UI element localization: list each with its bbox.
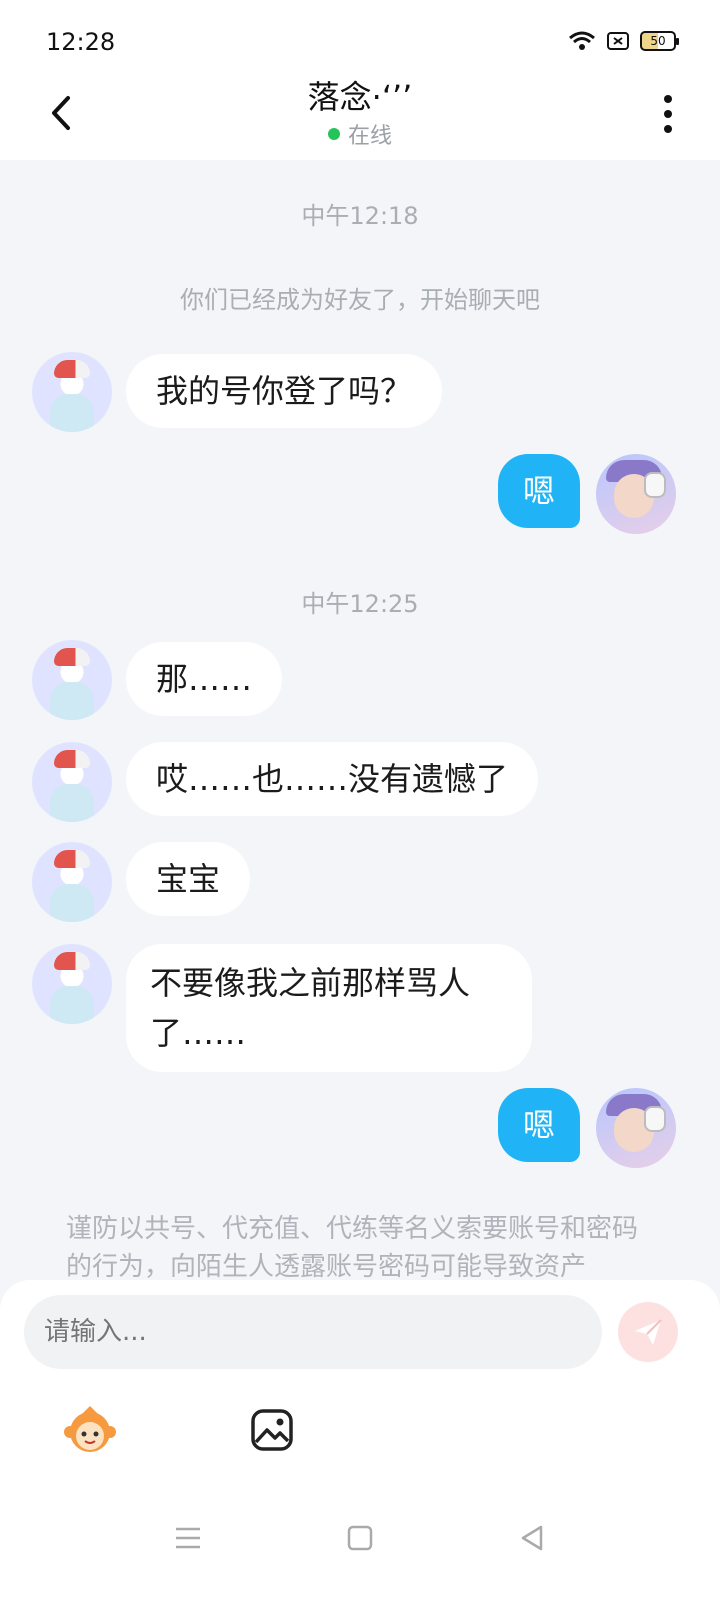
contact-avatar[interactable] — [32, 640, 112, 720]
my-avatar[interactable] — [596, 454, 676, 534]
nav-back-button[interactable] — [512, 1518, 552, 1558]
my-avatar[interactable] — [596, 1088, 676, 1168]
message-bubble-incoming[interactable]: 那…… — [126, 642, 283, 716]
online-dot-icon — [327, 128, 340, 140]
home-icon — [347, 1525, 373, 1551]
message-input[interactable] — [24, 1295, 602, 1369]
status-bar: 12:28 50 — [0, 0, 720, 80]
contact-avatar[interactable] — [32, 742, 112, 822]
message-bubble-incoming[interactable]: 不要像我之前那样骂人了…… — [126, 944, 532, 1072]
status-icons: 50 — [568, 30, 679, 52]
online-status-label: 在线 — [347, 124, 392, 149]
send-icon — [635, 1319, 662, 1345]
status-time: 12:28 — [46, 28, 116, 56]
chat-header: 落念·‘’’ 在线 — [0, 78, 720, 160]
message-bubble-outgoing[interactable]: 嗯 — [498, 1088, 580, 1162]
contact-avatar[interactable] — [32, 842, 112, 922]
security-notice: 谨防以共号、代充值、代练等名义索要账号和密码的行为，向陌生人透露账号密码可能导致… — [66, 1214, 639, 1282]
online-status: 在线 — [0, 118, 720, 150]
contact-avatar[interactable] — [32, 944, 112, 1024]
more-options-button[interactable] — [650, 90, 686, 138]
contact-name: 落念·‘’’ — [307, 78, 413, 116]
menu-icon — [176, 1527, 200, 1549]
emoji-button[interactable] — [62, 1402, 118, 1458]
battery-icon: 50 — [640, 31, 679, 51]
message-bubble-incoming[interactable]: 哎……也……没有遗憾了 — [126, 742, 539, 816]
emoji-mascot-icon — [64, 1406, 116, 1452]
message-bubble-incoming[interactable]: 宝宝 — [126, 842, 251, 916]
send-button[interactable] — [618, 1302, 678, 1362]
system-message: 你们已经成为好友了，开始聊天吧 — [180, 286, 540, 314]
sim-off-icon — [607, 32, 629, 50]
wifi-icon — [569, 31, 595, 50]
image-button[interactable] — [244, 1402, 300, 1458]
home-button[interactable] — [340, 1518, 380, 1558]
timestamp-separator: 中午12:18 — [301, 202, 419, 230]
system-nav-bar — [0, 1490, 720, 1600]
back-icon — [521, 1525, 543, 1551]
image-icon — [251, 1409, 293, 1451]
recent-apps-button[interactable] — [168, 1518, 208, 1558]
message-bubble-incoming[interactable]: 我的号你登了吗？ — [126, 354, 443, 428]
contact-avatar[interactable] — [32, 352, 112, 432]
message-bubble-outgoing[interactable]: 嗯 — [498, 454, 580, 528]
more-vertical-icon — [664, 95, 672, 133]
timestamp-separator: 中午12:25 — [301, 590, 419, 618]
